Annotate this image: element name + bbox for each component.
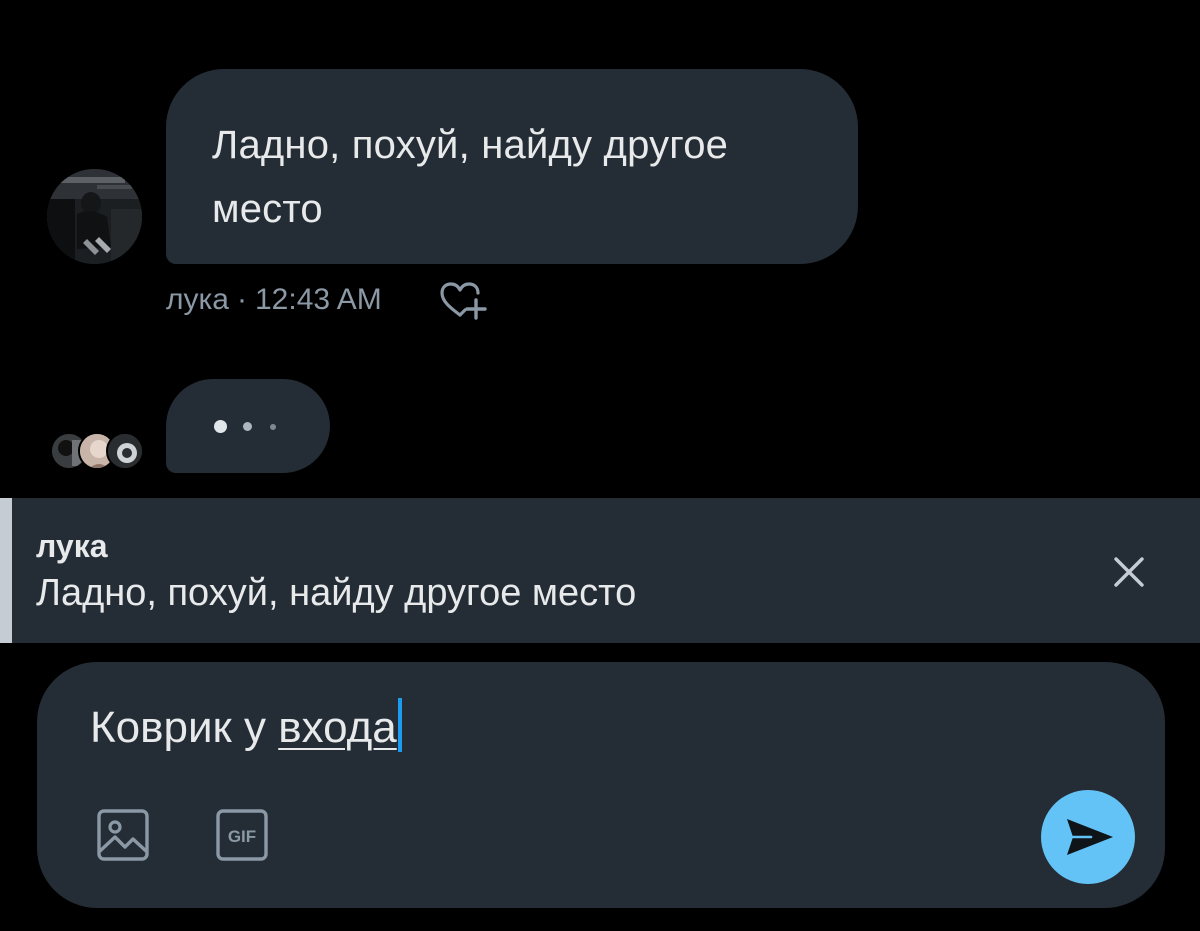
typing-dot xyxy=(214,420,227,433)
typing-dot xyxy=(270,424,276,430)
text-caret xyxy=(397,698,402,752)
send-icon xyxy=(1067,819,1113,855)
image-button[interactable] xyxy=(95,807,151,863)
image-icon xyxy=(97,809,149,861)
typing-indicator xyxy=(166,379,330,473)
send-button[interactable] xyxy=(1041,790,1135,884)
typing-avatars xyxy=(50,432,144,472)
typing-dot xyxy=(243,422,252,431)
typer-avatar xyxy=(106,432,144,470)
message-bubble[interactable]: Ладно, похуй, найду другое место xyxy=(166,69,858,264)
reply-preview: лука Ладно, похуй, найду другое место xyxy=(0,498,1200,643)
message-meta: лука · 12:43 AM xyxy=(166,280,382,320)
meta-separator: · xyxy=(236,283,247,316)
close-icon[interactable] xyxy=(1105,548,1153,596)
dm-conversation: Ладно, похуй, найду другое место лука · … xyxy=(0,0,1200,931)
input-text: Коврик у xyxy=(90,703,279,752)
gif-button[interactable]: GIF xyxy=(214,807,270,863)
heart-plus-icon[interactable] xyxy=(438,280,488,322)
message-author: лука xyxy=(166,283,229,316)
gif-icon: GIF xyxy=(216,809,268,861)
input-text-underlined: входа xyxy=(278,703,397,752)
reply-text: Ладно, похуй, найду другое место xyxy=(36,572,637,614)
message-text: Ладно, похуй, найду другое место xyxy=(212,123,729,231)
svg-text:GIF: GIF xyxy=(228,827,256,846)
message-time: 12:43 AM xyxy=(254,283,382,316)
reply-author: лука xyxy=(36,528,108,564)
reply-accent-bar xyxy=(0,498,12,643)
sender-avatar[interactable] xyxy=(47,169,142,264)
message-input[interactable]: Коврик у входа xyxy=(90,698,402,758)
